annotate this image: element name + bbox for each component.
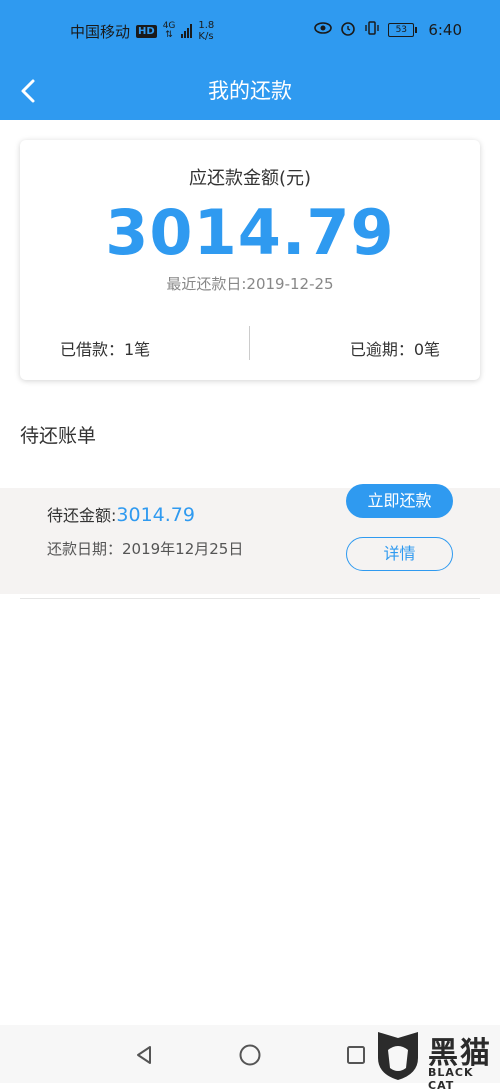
carrier-name: 中国移动: [70, 22, 131, 41]
summary-card: 应还款金额(元) 3014.79 最近还款日:2019-12-25 已借款：1笔…: [20, 140, 480, 380]
amount-due-label: 应还款金额(元): [188, 168, 312, 189]
page-title: 我的还款: [208, 79, 292, 103]
triangle-back-icon: [137, 1046, 151, 1064]
battery-icon: 53: [388, 23, 418, 37]
pending-amount: 待还金额:3014.79: [47, 504, 195, 526]
vibrate-icon: [364, 20, 380, 40]
bill-due-date: 还款日期：2019年12月25日: [47, 540, 244, 558]
nav-back-button[interactable]: [130, 1041, 158, 1069]
nav-recents-button[interactable]: [342, 1041, 370, 1069]
stat-divider: [249, 326, 250, 360]
pending-bills-title: 待还账单: [20, 425, 97, 447]
logo-text-en: BLACK CAT: [428, 1066, 474, 1092]
borrowed-count: 已借款：1笔: [60, 340, 151, 359]
latest-due-date: 最近还款日:2019-12-25: [166, 275, 334, 293]
nav-home-button[interactable]: [236, 1041, 264, 1069]
square-recents-icon: [347, 1046, 365, 1064]
pay-now-button[interactable]: 立即还款: [346, 484, 453, 518]
bill-item: 待还金额:3014.79 还款日期：2019年12月25日 立即还款 详情: [0, 484, 500, 594]
circle-home-icon: [239, 1044, 261, 1066]
row-divider: [20, 598, 480, 599]
signal-icon: [181, 24, 193, 38]
status-bar: 中国移动 HD 4G ⇅ 1.8 K/s 53 6:40: [0, 0, 500, 62]
details-button[interactable]: 详情: [346, 537, 453, 571]
clock-time: 6:40: [428, 21, 462, 39]
network-type: 4G ⇅: [162, 21, 176, 40]
hd-badge: HD: [136, 24, 157, 38]
network-speed: 1.8 K/s: [198, 20, 215, 42]
eye-icon: [314, 21, 333, 39]
app-header: 中国移动 HD 4G ⇅ 1.8 K/s 53 6:40 我的还款: [0, 0, 500, 120]
amount-due-value: 3014.79: [105, 196, 395, 269]
black-cat-logo: 黑猫 BLACK CAT: [372, 1028, 498, 1092]
alarm-icon: [340, 20, 356, 40]
cat-shield-icon: [378, 1032, 418, 1080]
overdue-count: 已逾期：0笔: [349, 340, 440, 359]
